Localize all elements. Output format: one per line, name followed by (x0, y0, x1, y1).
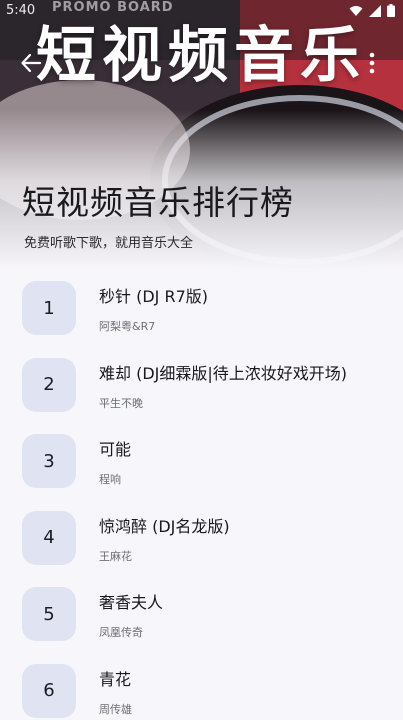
rank-badge: 6 (22, 663, 76, 718)
song-title: 秒针 (DJ R7版) (99, 287, 208, 306)
song-title: 青花 (99, 669, 132, 689)
wifi-icon (349, 5, 363, 17)
song-row[interactable]: 5 奢香夫人 凤凰传奇 (0, 576, 403, 653)
song-artist: 凤凰传奇 (99, 626, 143, 639)
rank-badge: 3 (22, 434, 76, 488)
song-list: 1 秒针 (DJ R7版) 阿梨粤&R7 2 难却 (DJ细霖版|待上浓妆好戏开… (0, 270, 403, 720)
battery-icon (387, 4, 395, 17)
signal-icon (369, 4, 381, 17)
song-artist: 周传雄 (99, 702, 132, 716)
song-row[interactable]: 2 难却 (DJ细霖版|待上浓妆好戏开场) 平生不晚 (0, 347, 403, 424)
song-title: 惊鸿醉 (DJ名龙版) (99, 516, 230, 536)
page-title: 短视频音乐排行榜 (22, 183, 294, 222)
song-row[interactable]: 6 青花 周传雄 (0, 653, 403, 720)
rank-badge: 5 (22, 587, 76, 641)
back-button[interactable] (14, 48, 48, 82)
page-subtitle: 免费听歌下歌，就用音乐大全 (24, 236, 194, 251)
song-title: 奢香夫人 (99, 593, 164, 612)
arrow-left-icon (20, 52, 42, 78)
status-carrier: PROMO BOARD (52, 0, 174, 15)
rank-badge: 2 (22, 357, 76, 412)
rank-badge: 1 (22, 281, 76, 335)
more-options-button[interactable] (355, 48, 389, 82)
song-row[interactable]: 1 秒针 (DJ R7版) 阿梨粤&R7 (0, 270, 403, 347)
song-title: 难却 (DJ细霖版|待上浓妆好戏开场) (99, 363, 348, 383)
song-artist: 王麻花 (99, 549, 132, 563)
status-time: 5:40 (6, 3, 36, 18)
song-artist: 程响 (99, 473, 121, 486)
song-row[interactable]: 4 惊鸿醉 (DJ名龙版) 王麻花 (0, 500, 403, 577)
app-screen: 5:40 PROMO BOARD 短视频音乐 短视频音乐排行榜 免费听歌下歌，就… (0, 0, 403, 720)
rank-badge: 4 (22, 510, 76, 565)
song-row[interactable]: 3 可能 程响 (0, 423, 403, 500)
header-banner-text: 短视频音乐 (36, 21, 366, 91)
song-artist: 阿梨粤&R7 (99, 320, 156, 333)
song-artist: 平生不晚 (99, 396, 143, 410)
song-title: 可能 (99, 440, 132, 459)
more-vertical-icon (369, 52, 375, 78)
